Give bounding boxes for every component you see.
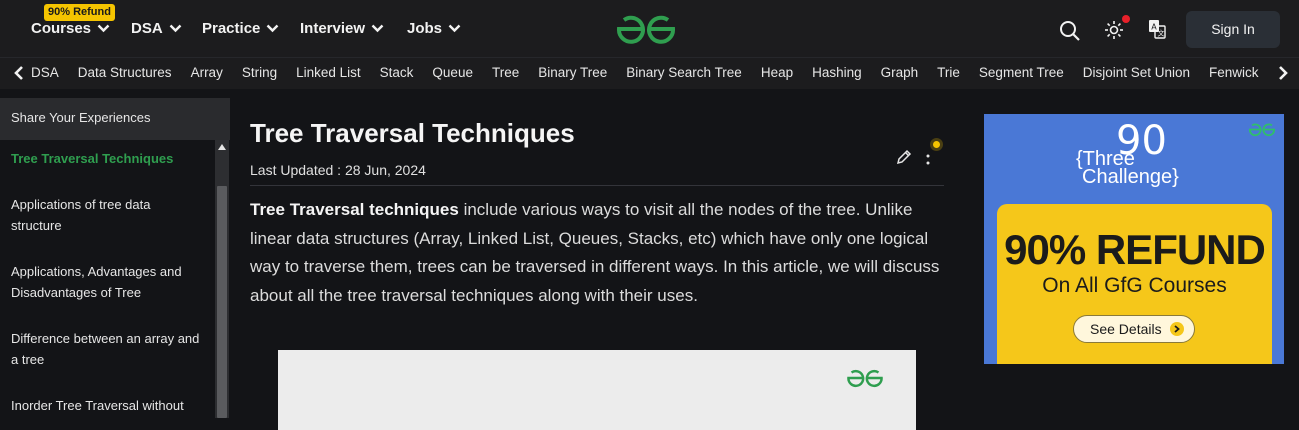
ad-card: 90% REFUND On All GfG Courses See Detail… [997,204,1272,364]
topic-item[interactable]: Array [191,58,223,88]
nav-jobs-label: Jobs [407,20,443,37]
ad-challenge: Challenge} [1082,166,1179,188]
topic-item[interactable]: Heap [761,58,793,88]
sidebar-item-share-experiences[interactable]: Share Your Experiences [0,98,230,140]
topic-item[interactable]: Graph [881,58,919,88]
topic-item[interactable]: Linked List [296,58,361,88]
topic-item[interactable]: Disjoint Set Union [1083,58,1190,88]
article-intro: Tree Traversal techniques include variou… [250,196,944,311]
chevron-down-icon [169,24,182,33]
topic-strip: DSA Data Structures Array String Linked List… [0,57,1299,89]
chevron-left-icon[interactable] [12,65,26,81]
topic-item[interactable]: String [242,58,277,88]
nav-practice[interactable]: Practice [202,20,279,37]
gfg-logo-icon [847,369,883,387]
topic-list: DSA Data Structures Array String Linked List… [31,58,1279,88]
pencil-icon[interactable] [896,149,912,165]
scroll-thumb[interactable] [217,186,227,418]
scroll-up-icon[interactable] [218,144,226,150]
svg-text:A: A [1151,23,1157,32]
sidebar-list: Tree Traversal Techniques Applications o… [0,140,214,416]
sidebar-item-tree-traversal[interactable]: Tree Traversal Techniques [0,148,214,169]
divider [250,185,944,186]
see-details-button[interactable]: See Details [1073,315,1195,343]
topic-item[interactable]: Fenwick [1209,58,1259,88]
article-image [278,350,916,430]
translate-icon[interactable]: A 文 [1148,19,1166,39]
sign-in-button[interactable]: Sign In [1186,11,1280,48]
top-nav: 90% Refund Courses DSA Practice Intervie… [0,0,1299,57]
promo-ad[interactable]: 90 {Three Challenge} 90% REFUND On All G… [984,114,1284,364]
sun-icon[interactable] [1104,20,1124,40]
topic-item[interactable]: Segment Tree [979,58,1064,88]
sidebar-item-array-vs-tree[interactable]: Difference between an array and a tree [0,328,214,370]
nav-dsa[interactable]: DSA [131,20,182,37]
topic-item[interactable]: Binary Search Tree [626,58,742,88]
nav-jobs[interactable]: Jobs [407,20,461,37]
chevron-down-icon [97,24,110,33]
topic-item[interactable]: Queue [432,58,473,88]
sidebar: Share Your Experiences Tree Traversal Te… [0,98,230,418]
nav-courses-label: Courses [31,20,92,37]
topic-item[interactable]: Data Structures [78,58,172,88]
topic-item[interactable]: DSA [31,58,59,88]
chevron-down-icon [371,24,384,33]
nav-courses[interactable]: Courses [31,20,110,37]
intro-bold: Tree Traversal techniques [250,200,459,219]
chevron-down-icon [267,24,279,33]
refund-badge: 90% Refund [44,4,115,21]
more-vertical-icon[interactable] [923,147,933,167]
nav-interview[interactable]: Interview [300,20,384,37]
sidebar-item-applications[interactable]: Applications of tree data structure [0,194,214,236]
sidebar-item-inorder[interactable]: Inorder Tree Traversal without [0,395,214,416]
see-details-label: See Details [1090,321,1162,337]
chevron-right-icon[interactable] [1276,65,1290,81]
ad-refund-heading: 90% REFUND [1004,226,1266,273]
chevron-down-icon [448,24,461,33]
svg-text:文: 文 [1158,29,1165,38]
sidebar-scrollbar[interactable] [215,140,229,418]
nav-dsa-label: DSA [131,20,163,37]
page-title: Tree Traversal Techniques [250,118,575,148]
ad-subtitle: On All GfG Courses [1042,274,1227,297]
nav-practice-label: Practice [202,20,261,37]
gfg-logo-icon[interactable] [615,14,677,44]
search-icon[interactable] [1059,20,1081,42]
topic-item[interactable]: Hashing [812,58,862,88]
nav-interview-label: Interview [300,20,366,37]
sidebar-item-advantages[interactable]: Applications, Advantages and Disadvantag… [0,261,214,303]
arrow-right-icon [1170,322,1184,336]
topic-item[interactable]: Tree [492,58,519,88]
topic-item[interactable]: Binary Tree [538,58,607,88]
topic-item[interactable]: Trie [937,58,960,88]
notification-dot [1122,15,1130,23]
gfg-logo-icon [1248,123,1276,137]
topic-item[interactable]: Stack [380,58,414,88]
last-updated: Last Updated : 28 Jun, 2024 [250,162,426,178]
